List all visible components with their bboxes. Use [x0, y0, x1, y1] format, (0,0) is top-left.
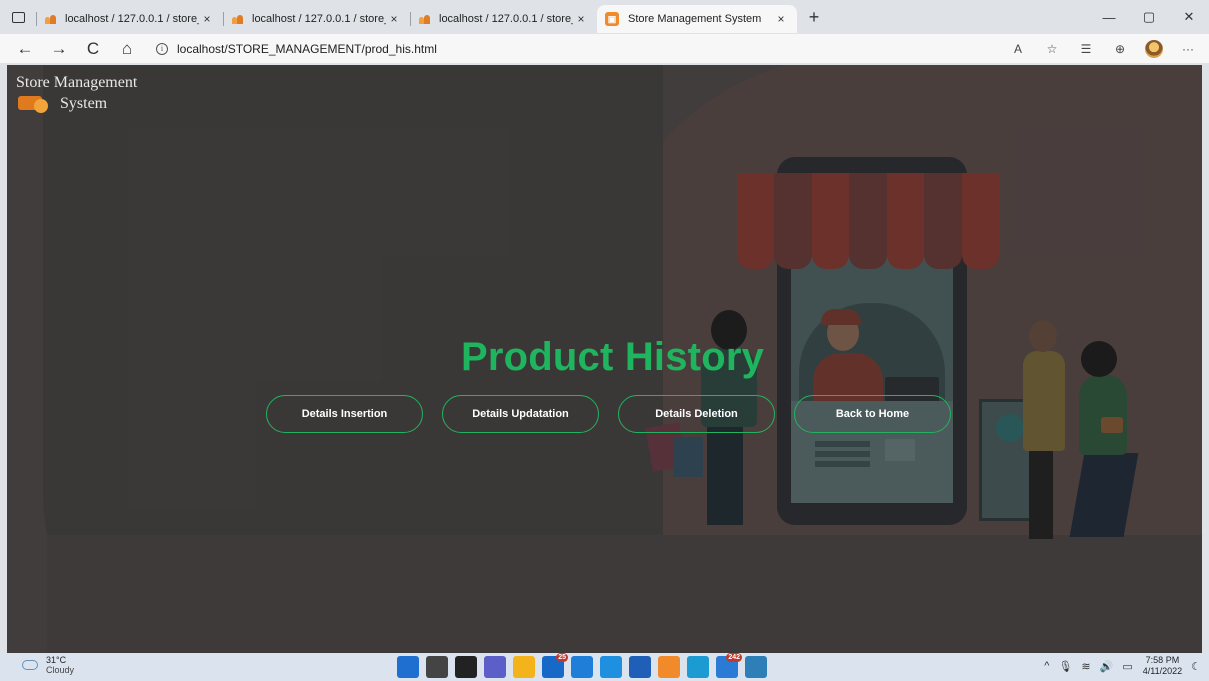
weather-condition: Cloudy: [46, 665, 75, 675]
home-button[interactable]: ⌂: [110, 34, 144, 64]
start-icon[interactable]: [397, 656, 419, 678]
system-tray: ^ 🎙 ≋ 🔊 ▭ 7:58 PM 4/11/2022 ☾: [1035, 655, 1201, 677]
tab-title: localhost / 127.0.0.1 / store_man: [439, 13, 573, 25]
volume-icon[interactable]: 🔊: [1100, 660, 1114, 673]
site-logo[interactable]: Store Management System: [16, 73, 137, 114]
page-title: Product History: [461, 335, 765, 379]
close-icon[interactable]: ×: [573, 12, 589, 26]
forward-button[interactable]: →: [42, 34, 76, 64]
close-icon[interactable]: ×: [386, 12, 402, 26]
browser-window: localhost / 127.0.0.1 / store_man × loca…: [0, 0, 1209, 681]
details-updatation-button[interactable]: Details Updatation: [442, 395, 599, 433]
wifi-icon[interactable]: ≋: [1081, 660, 1090, 673]
more-menu-icon[interactable]: ···: [1173, 34, 1203, 64]
details-deletion-button[interactable]: Details Deletion: [618, 395, 775, 433]
taskbar: 31°C Cloudy 25 242 ^ 🎙 ≋ 🔊 ▭ 7:58 PM 4/11…: [0, 653, 1209, 681]
url-text: localhost/STORE_MANAGEMENT/prod_his.html: [177, 42, 437, 56]
tab-title: Store Management System: [628, 13, 762, 25]
tab-actions-button[interactable]: [0, 0, 36, 34]
browser-toolbar: A ☆ ☰ ⊕ ···: [999, 34, 1203, 64]
profile-button[interactable]: [1139, 34, 1169, 64]
tab-strip: localhost / 127.0.0.1 / store_man × loca…: [0, 0, 1209, 34]
address-bar: ← → C ⌂ i localhost/STORE_MANAGEMENT/pro…: [0, 34, 1209, 64]
back-button[interactable]: ←: [8, 34, 42, 64]
mail-icon[interactable]: 25: [542, 653, 568, 678]
add-favorite-icon[interactable]: ☆: [1037, 34, 1067, 64]
action-buttons: Details Insertion Details Updatation Det…: [266, 395, 951, 433]
notification-badge: 25: [556, 653, 568, 662]
tab-actions-icon: [11, 11, 25, 23]
close-icon[interactable]: ×: [199, 12, 215, 26]
cloud-icon: [22, 660, 38, 670]
tab-title: localhost / 127.0.0.1 / store_man: [252, 13, 386, 25]
weather-temp: 31°C: [46, 655, 67, 665]
close-window-button[interactable]: ✕: [1169, 0, 1209, 34]
refresh-button[interactable]: C: [76, 34, 110, 64]
window-controls: — ▢ ✕: [1089, 0, 1209, 34]
maximize-button[interactable]: ▢: [1129, 0, 1169, 34]
photos-icon[interactable]: [745, 656, 767, 678]
phpmyadmin-icon: [418, 14, 432, 25]
task-view-icon[interactable]: [455, 656, 477, 678]
weather-widget[interactable]: 31°C Cloudy: [22, 655, 74, 675]
edge-icon[interactable]: [687, 656, 709, 678]
brand-name-line1: Store Management: [16, 74, 138, 91]
vscode-icon[interactable]: [600, 656, 622, 678]
clock-time: 7:58 PM: [1145, 655, 1180, 665]
read-aloud-icon[interactable]: A: [1003, 34, 1033, 64]
clock-date: 4/11/2022: [1142, 666, 1183, 676]
page-viewport: Store Management System Product History …: [7, 65, 1202, 653]
close-icon[interactable]: ×: [773, 12, 789, 26]
collections-icon[interactable]: ⊕: [1105, 34, 1135, 64]
site-info-icon[interactable]: i: [156, 42, 168, 55]
brand-line2: System: [16, 92, 137, 114]
avatar: [1145, 40, 1163, 58]
tab-title: localhost / 127.0.0.1 / store_man: [65, 13, 199, 25]
notifications-app-icon[interactable]: 242: [716, 653, 742, 678]
notification-badge: 242: [726, 653, 742, 662]
url-host: localhost/: [177, 41, 228, 56]
url-field[interactable]: i localhost/STORE_MANAGEMENT/prod_his.ht…: [156, 34, 437, 64]
file-explorer-icon[interactable]: [513, 656, 535, 678]
phpmyadmin-icon: [44, 14, 58, 25]
back-to-home-button[interactable]: Back to Home: [794, 395, 951, 433]
battery-icon[interactable]: ▭: [1122, 660, 1132, 673]
details-insertion-button[interactable]: Details Insertion: [266, 395, 423, 433]
taskbar-apps: 25 242: [397, 653, 774, 678]
focus-assist-icon[interactable]: ☾: [1191, 660, 1201, 673]
favorites-icon[interactable]: ☰: [1071, 34, 1101, 64]
phpmyadmin-icon: [231, 14, 245, 25]
url-path: STORE_MANAGEMENT/prod_his.html: [227, 41, 437, 56]
browser-tab-2[interactable]: localhost / 127.0.0.1 / store_man ×: [223, 5, 410, 33]
word-icon[interactable]: [629, 656, 651, 678]
search-icon[interactable]: [426, 656, 448, 678]
weather-text: 31°C Cloudy: [46, 655, 74, 675]
new-tab-button[interactable]: +: [799, 3, 829, 31]
calculator-icon[interactable]: [571, 656, 593, 678]
clock[interactable]: 7:58 PM 4/11/2022: [1143, 655, 1182, 677]
browser-tab-active[interactable]: ▣ Store Management System ×: [597, 5, 797, 33]
teams-icon[interactable]: [484, 656, 506, 678]
browser-tab-1[interactable]: localhost / 127.0.0.1 / store_man ×: [36, 5, 223, 33]
chevron-up-icon[interactable]: ^: [1044, 660, 1049, 672]
store-app-icon[interactable]: [658, 656, 680, 678]
browser-tab-3[interactable]: localhost / 127.0.0.1 / store_man ×: [410, 5, 597, 33]
microphone-icon[interactable]: 🎙: [1058, 660, 1072, 673]
minimize-button[interactable]: —: [1089, 0, 1129, 34]
brand-name-line2: System: [60, 94, 108, 112]
store-favicon-icon: ▣: [605, 12, 619, 26]
store-logo-icon: [16, 92, 52, 114]
